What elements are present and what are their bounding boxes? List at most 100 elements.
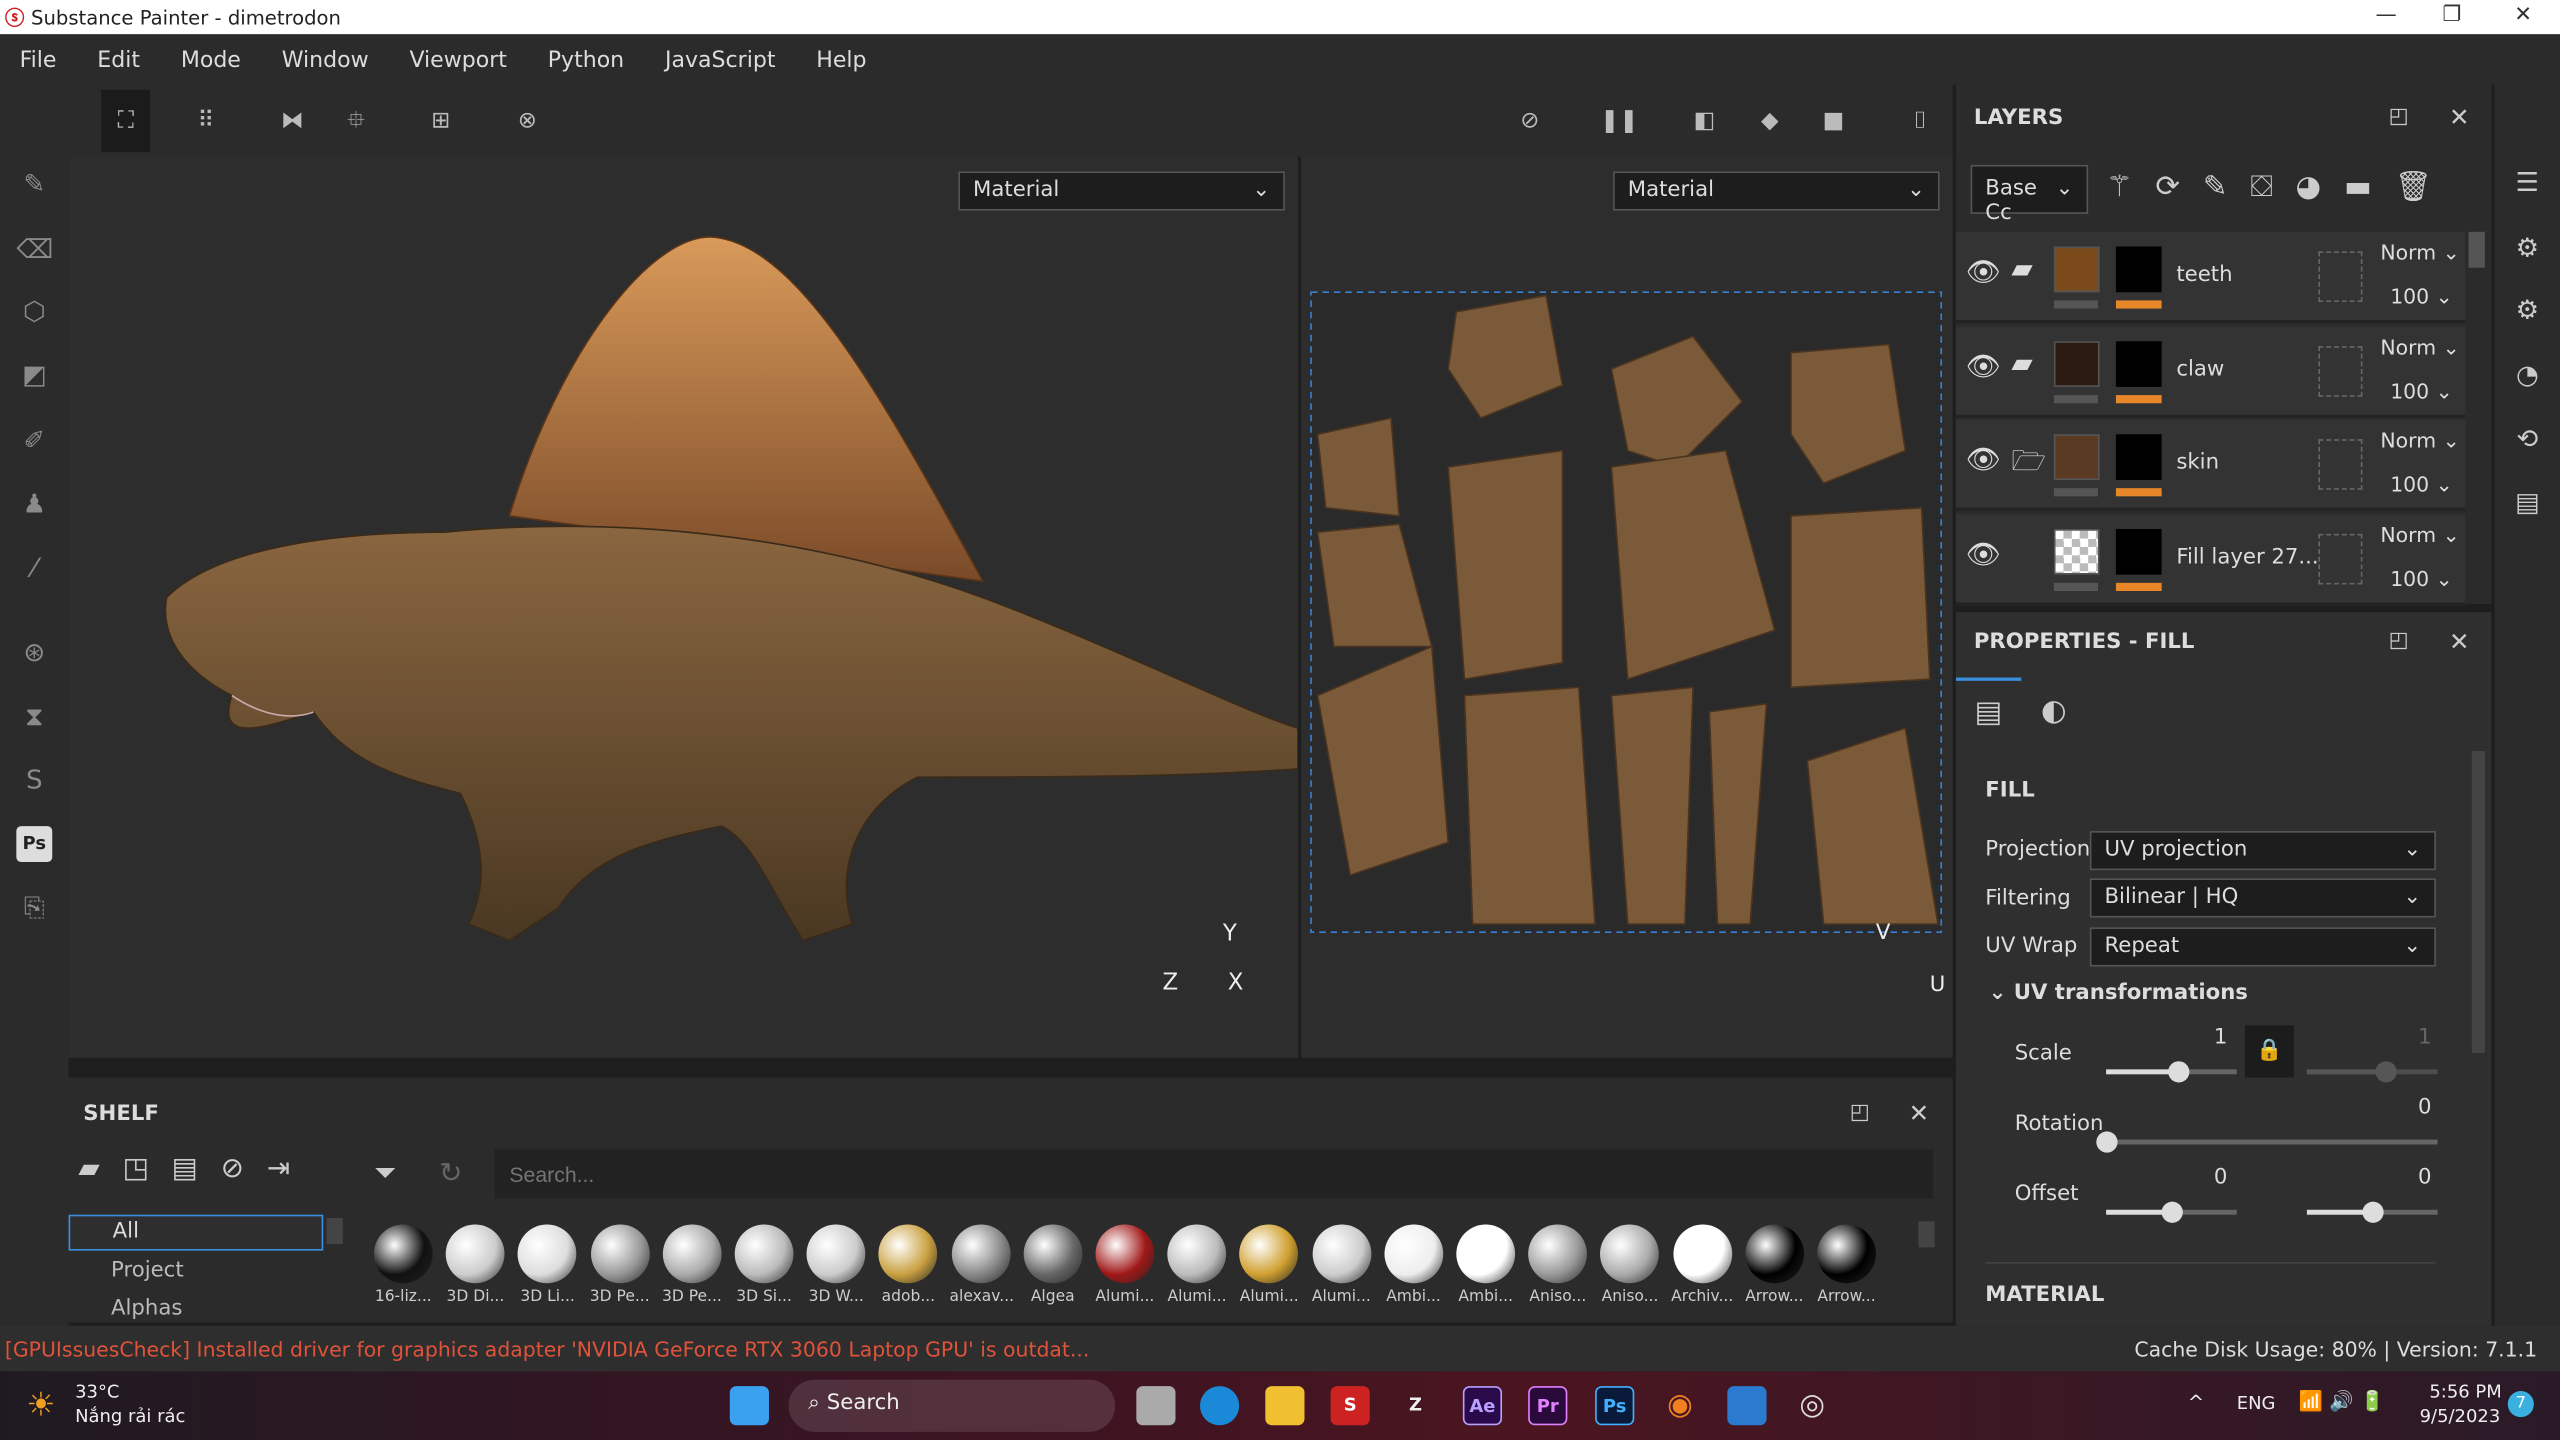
blender-icon[interactable]: ◉ [1660, 1386, 1699, 1425]
layer-effect-slot[interactable] [2318, 345, 2363, 396]
blend-mode-select[interactable]: Norm ⌄ [2380, 428, 2459, 452]
layer-row[interactable]: 👁 Fill layer 27... Norm ⌄ 100 ⌄ [1955, 513, 2466, 605]
shelf-item[interactable]: 16-liz... [372, 1224, 434, 1312]
tab-material-icon[interactable]: ◐ [2021, 678, 2086, 750]
network-volume-battery-icons[interactable]: 📶 🔊 🔋 [2299, 1389, 2385, 1412]
taskbar-search[interactable]: ⌕ Search [788, 1379, 1116, 1432]
app-icon[interactable] [1727, 1386, 1767, 1426]
shelf-item[interactable]: 3D Li... [517, 1224, 579, 1312]
import-icon[interactable]: ⇥ [267, 1153, 313, 1186]
add-paint-layer-icon[interactable]: ✎ [2203, 170, 2251, 204]
new-shelf-icon[interactable]: ◳ [123, 1153, 172, 1186]
iray-icon[interactable]: ⧗ [16, 699, 52, 735]
mask-thumbnail[interactable] [2115, 246, 2162, 293]
display-settings-icon[interactable]: ⚙ [2509, 294, 2545, 330]
minimize-button[interactable]: — [2376, 3, 2397, 27]
properties-scrollbar[interactable] [2471, 751, 2485, 1054]
maximize-button[interactable]: ❐ [2442, 3, 2461, 27]
undock-icon[interactable]: ◰ [2389, 629, 2409, 653]
hide-icon[interactable]: ⊘ [1513, 104, 1546, 137]
shader-settings-icon[interactable]: ◔ [2509, 359, 2545, 395]
layer-row[interactable]: 👁 ▰ claw Norm ⌄ 100 ⌄ [1955, 325, 2466, 418]
smudge-icon[interactable]: ✐ [16, 423, 52, 459]
visibility-eye-icon[interactable]: 👁 [1966, 444, 2001, 477]
shelf-category-project[interactable]: Project [111, 1259, 184, 1283]
layer-effect-slot[interactable] [2318, 533, 2363, 584]
notification-badge[interactable]: 7 [2507, 1391, 2534, 1418]
photoshop-icon[interactable]: Ps [1595, 1386, 1635, 1426]
filter-icon[interactable]: ⏷ [374, 1158, 396, 1191]
opacity-select[interactable]: 100 ⌄ [2390, 378, 2453, 402]
file-explorer-icon[interactable] [1265, 1386, 1305, 1426]
shelf-item[interactable]: Algea [1022, 1224, 1084, 1312]
weather-desc[interactable]: Nắng rải rác [75, 1406, 185, 1427]
pause-icon[interactable]: ❚❚ [1600, 104, 1638, 137]
lock-icon[interactable]: 🔒 [2244, 1025, 2294, 1078]
scale-u-slider[interactable] [2106, 1061, 2237, 1083]
shelf-item[interactable]: Aniso... [1527, 1224, 1589, 1312]
menu-help[interactable]: Help [816, 47, 866, 73]
log-icon[interactable]: ▤ [2509, 487, 2545, 523]
add-effect-icon[interactable]: ⚚ [2106, 170, 2155, 204]
shelf-item[interactable]: Aniso... [1599, 1224, 1661, 1312]
tab-fill-properties-icon[interactable]: ▤ [1955, 677, 2022, 750]
delete-layer-icon[interactable]: 🗑 [2395, 170, 2455, 204]
shelf-item[interactable]: Archiv... [1671, 1224, 1733, 1312]
menu-mode[interactable]: Mode [181, 47, 241, 73]
opacity-select[interactable]: 100 ⌄ [2390, 472, 2453, 496]
shelf-item[interactable]: Alumi... [1310, 1224, 1372, 1312]
shelf-item[interactable]: Arrow... [1816, 1224, 1878, 1312]
zbrush-icon[interactable]: Z [1396, 1386, 1435, 1425]
shelf-category-all[interactable]: All [68, 1214, 324, 1251]
offset-u-slider[interactable] [2106, 1201, 2237, 1223]
mask-thumbnail[interactable] [2115, 528, 2162, 574]
reset-camera-icon[interactable]: ⊗ [511, 104, 544, 137]
visibility-eye-icon[interactable]: 👁 [1966, 350, 2001, 383]
layer-name[interactable]: Fill layer 27... [2176, 544, 2318, 568]
blend-mode-select[interactable]: Norm ⌄ [2380, 240, 2459, 264]
save-icon[interactable]: ▤ [172, 1153, 221, 1186]
shelf-item[interactable]: alexav... [950, 1224, 1014, 1312]
premiere-icon[interactable]: Pr [1528, 1386, 1568, 1426]
layers-scrollbar[interactable] [2468, 231, 2485, 268]
uvwrap-select[interactable]: Repeat ⌄ [2089, 927, 2436, 967]
folder-icon[interactable]: 🗁 [2011, 441, 2045, 488]
shelf-item[interactable]: 3D Pe... [661, 1224, 723, 1312]
shelf-item[interactable]: 3D W... [805, 1224, 867, 1312]
blend-mode-select[interactable]: Norm ⌄ [2380, 522, 2459, 546]
grid-view-icon[interactable]: ⠿ [189, 104, 222, 137]
layers-dock-icon[interactable]: ☰ [2509, 167, 2545, 203]
add-mask-icon[interactable]: ⟳ [2155, 170, 2203, 204]
shelf-scrollbar[interactable] [1918, 1221, 1935, 1248]
obs-icon[interactable]: ◎ [1793, 1386, 1832, 1425]
folder-icon[interactable]: ▰ [78, 1153, 122, 1186]
menu-javascript[interactable]: JavaScript [665, 47, 775, 73]
menu-viewport[interactable]: Viewport [409, 47, 506, 73]
scale-u-value[interactable]: 1 [2214, 1025, 2228, 1049]
export-icon[interactable]: ⎘ [16, 890, 52, 926]
viewport-3d[interactable]: Material ⌄ Y Z X [68, 156, 1298, 1058]
viewport-2d[interactable]: Material ⌄ V U [1301, 156, 1953, 1058]
shelf-item[interactable]: 3D Si... [733, 1224, 795, 1312]
start-icon[interactable] [729, 1386, 769, 1426]
3d-view-icon[interactable]: ◆ [1753, 104, 1786, 137]
menu-edit[interactable]: Edit [97, 47, 140, 73]
substance-icon[interactable]: S [16, 762, 52, 798]
screenshot-icon[interactable]: ⌷ [1904, 104, 1937, 137]
folder-icon[interactable]: ▰ [2011, 253, 2032, 286]
layer-name[interactable]: teeth [2176, 263, 2232, 287]
folder-icon[interactable]: ▰ [2011, 347, 2032, 380]
undock-icon[interactable]: ◰ [1850, 1100, 1870, 1124]
add-fill-layer-icon[interactable]: ⛋ [2250, 170, 2295, 204]
blend-mode-select[interactable]: Norm ⌄ [2380, 334, 2459, 358]
layer-row[interactable]: 👁 🗁 skin Norm ⌄ 100 ⌄ [1955, 419, 2466, 512]
offset-u-value[interactable]: 0 [2214, 1166, 2228, 1190]
shelf-item[interactable]: Ambi... [1383, 1224, 1445, 1312]
channel-select[interactable]: Base Cc ⌄ [1970, 164, 2089, 225]
rotation-value[interactable]: 0 [2418, 1096, 2432, 1120]
language-indicator[interactable]: ENG [2237, 1393, 2276, 1414]
shelf-item[interactable]: Ambi... [1455, 1224, 1517, 1312]
undock-icon[interactable]: ◰ [2389, 104, 2409, 128]
shelf-item[interactable]: Alumi... [1094, 1224, 1156, 1312]
task-view-icon[interactable] [1136, 1386, 1176, 1426]
